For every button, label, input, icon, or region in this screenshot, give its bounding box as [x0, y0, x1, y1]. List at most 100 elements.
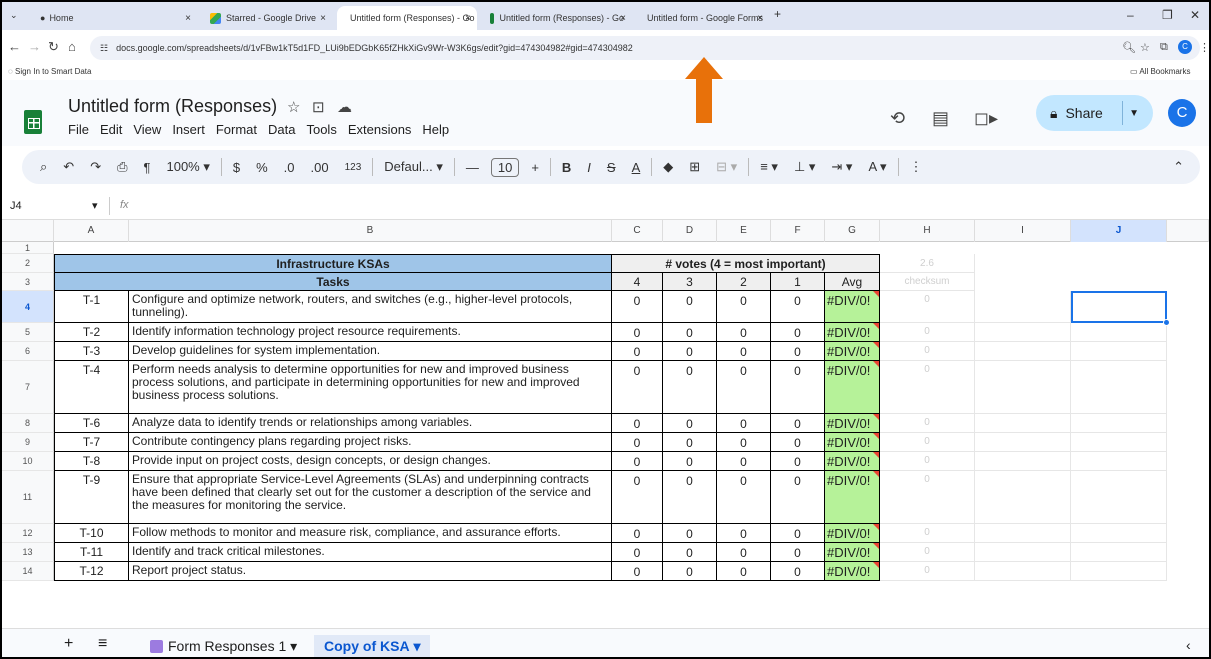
reload-icon[interactable]: ↻ — [48, 39, 59, 55]
font-size-input[interactable]: 10 — [490, 157, 520, 177]
task-description-cell[interactable]: Develop guidelines for system implementa… — [129, 342, 612, 361]
column-header-d[interactable]: D — [663, 220, 717, 242]
zoom-select[interactable]: 100% ▾ — [158, 159, 217, 175]
collapse-toolbar-icon[interactable]: ⌃ — [1165, 159, 1192, 175]
vote-count-cell[interactable]: 0 — [612, 342, 663, 361]
close-icon[interactable]: × — [320, 13, 326, 24]
vote-count-cell[interactable]: 0 — [771, 543, 825, 562]
column-header-k[interactable] — [1167, 220, 1209, 242]
decrease-decimal-button[interactable]: .0 — [276, 160, 303, 175]
row-header[interactable]: 13 — [2, 543, 54, 562]
meet-icon[interactable]: ◻▸ — [974, 108, 998, 129]
vote-count-cell[interactable]: 0 — [717, 291, 771, 323]
sheet-tab-form-responses[interactable]: Form Responses 1 ▾ — [140, 635, 307, 657]
star-icon[interactable]: ☆ — [287, 98, 300, 116]
tab-search-icon[interactable]: ⌄ — [10, 10, 18, 21]
avg-cell[interactable]: #DIV/0! — [825, 323, 880, 342]
checksum-cell[interactable]: 0 — [880, 342, 975, 361]
text-wrap-icon[interactable]: ⇥ ▾ — [823, 159, 860, 175]
row-header[interactable]: 11 — [2, 471, 54, 524]
vote-count-cell[interactable]: 0 — [663, 342, 717, 361]
avg-header[interactable]: Avg — [825, 273, 880, 291]
empty-cell[interactable] — [975, 452, 1071, 471]
column-header-g[interactable]: G — [825, 220, 880, 242]
vote-count-cell[interactable]: 0 — [612, 433, 663, 452]
column-header-c[interactable]: C — [612, 220, 663, 242]
borders-icon[interactable]: ⊞ — [681, 159, 708, 175]
avg-cell[interactable]: #DIV/0! — [825, 414, 880, 433]
cloud-status-icon[interactable]: ☁ — [337, 98, 352, 116]
new-tab-button[interactable]: + — [774, 7, 781, 21]
selected-cell-j4[interactable] — [1071, 291, 1167, 323]
bookmark-smart-data[interactable]: ◌ Sign In to Smart Data — [8, 67, 91, 76]
percent-button[interactable]: % — [248, 160, 276, 175]
row-header[interactable]: 9 — [2, 433, 54, 452]
tasks-header-cell[interactable]: Tasks — [54, 273, 612, 291]
tab-responses-2[interactable]: Untitled form (Responses) - Go × — [482, 6, 632, 30]
site-info-icon[interactable]: ☷ — [100, 43, 108, 54]
column-header-a[interactable]: A — [54, 220, 129, 242]
strikethrough-button[interactable]: S — [599, 160, 624, 175]
name-box-dropdown-icon[interactable]: ▾ — [92, 199, 98, 212]
task-id-cell[interactable]: T-9 — [54, 471, 129, 524]
close-icon[interactable]: × — [757, 13, 763, 24]
vote-count-cell[interactable]: 0 — [663, 562, 717, 581]
checksum-cell[interactable]: 0 — [880, 471, 975, 524]
more-icon[interactable]: ⋮ — [902, 159, 931, 175]
vote-count-cell[interactable]: 0 — [771, 414, 825, 433]
votes-header-cell[interactable]: # votes (4 = most important) — [612, 254, 880, 273]
tab-drive[interactable]: Starred - Google Drive × — [202, 6, 332, 30]
vote-count-cell[interactable]: 0 — [612, 562, 663, 581]
sheet-title-cell[interactable]: Infrastructure KSAs — [54, 254, 612, 273]
h2-cell[interactable]: 2.6 — [880, 254, 975, 273]
zoom-icon[interactable]: 🔍︎ — [1122, 41, 1136, 54]
empty-cell[interactable] — [1071, 524, 1167, 543]
task-description-cell[interactable]: Analyze data to identify trends or relat… — [129, 414, 612, 433]
avg-cell[interactable]: #DIV/0! — [825, 342, 880, 361]
empty-cell[interactable] — [1071, 342, 1167, 361]
url-bar[interactable]: ☷ docs.google.com/spreadsheets/d/1vFBw1k… — [90, 36, 1200, 60]
vertical-align-icon[interactable]: ⊥ ▾ — [786, 159, 823, 175]
restore-icon[interactable]: ❐ — [1162, 8, 1173, 22]
vote-count-cell[interactable]: 0 — [612, 524, 663, 543]
task-id-cell[interactable]: T-2 — [54, 323, 129, 342]
vote-col-header[interactable]: 4 — [612, 273, 663, 291]
fill-handle[interactable] — [1163, 319, 1170, 326]
tab-forms[interactable]: Untitled form - Google Forms × — [634, 6, 769, 30]
task-description-cell[interactable]: Identify information technology project … — [129, 323, 612, 342]
tab-home[interactable]: ● Home × — [32, 6, 197, 30]
row-header[interactable]: 8 — [2, 414, 54, 433]
vote-count-cell[interactable]: 0 — [663, 524, 717, 543]
vote-col-header[interactable]: 2 — [717, 273, 771, 291]
vote-count-cell[interactable]: 0 — [771, 323, 825, 342]
empty-cell[interactable] — [1071, 433, 1167, 452]
vote-count-cell[interactable]: 0 — [663, 471, 717, 524]
row-header[interactable]: 4 — [2, 291, 54, 323]
bold-button[interactable]: B — [554, 160, 579, 175]
row-header[interactable]: 14 — [2, 562, 54, 581]
vote-count-cell[interactable]: 0 — [663, 291, 717, 323]
column-header-e[interactable]: E — [717, 220, 771, 242]
more-formats-button[interactable]: 123 — [337, 162, 370, 173]
name-box[interactable]: J4 — [10, 200, 22, 212]
home-button-icon[interactable]: ⌂ — [68, 39, 76, 54]
task-id-cell[interactable]: T-6 — [54, 414, 129, 433]
avg-cell[interactable]: #DIV/0! — [825, 452, 880, 471]
font-size-decrease-button[interactable]: — — [458, 160, 487, 175]
avg-cell[interactable]: #DIV/0! — [825, 562, 880, 581]
vote-count-cell[interactable]: 0 — [663, 452, 717, 471]
avg-cell[interactable]: #DIV/0! — [825, 361, 880, 414]
close-icon[interactable]: × — [465, 13, 471, 24]
sheet-tab-copy-of-ksa[interactable]: Copy of KSA ▾ — [314, 635, 431, 657]
vote-count-cell[interactable]: 0 — [771, 452, 825, 471]
column-header-j[interactable]: J — [1071, 220, 1167, 242]
row-header[interactable]: 1 — [2, 242, 54, 254]
task-description-cell[interactable]: Report project status. — [129, 562, 612, 581]
sheets-logo-icon[interactable] — [24, 110, 42, 134]
vote-count-cell[interactable]: 0 — [717, 452, 771, 471]
row-header[interactable]: 6 — [2, 342, 54, 361]
text-rotation-icon[interactable]: A ▾ — [860, 159, 894, 175]
vote-count-cell[interactable]: 0 — [717, 361, 771, 414]
vote-count-cell[interactable]: 0 — [771, 524, 825, 543]
empty-cell[interactable] — [1071, 543, 1167, 562]
